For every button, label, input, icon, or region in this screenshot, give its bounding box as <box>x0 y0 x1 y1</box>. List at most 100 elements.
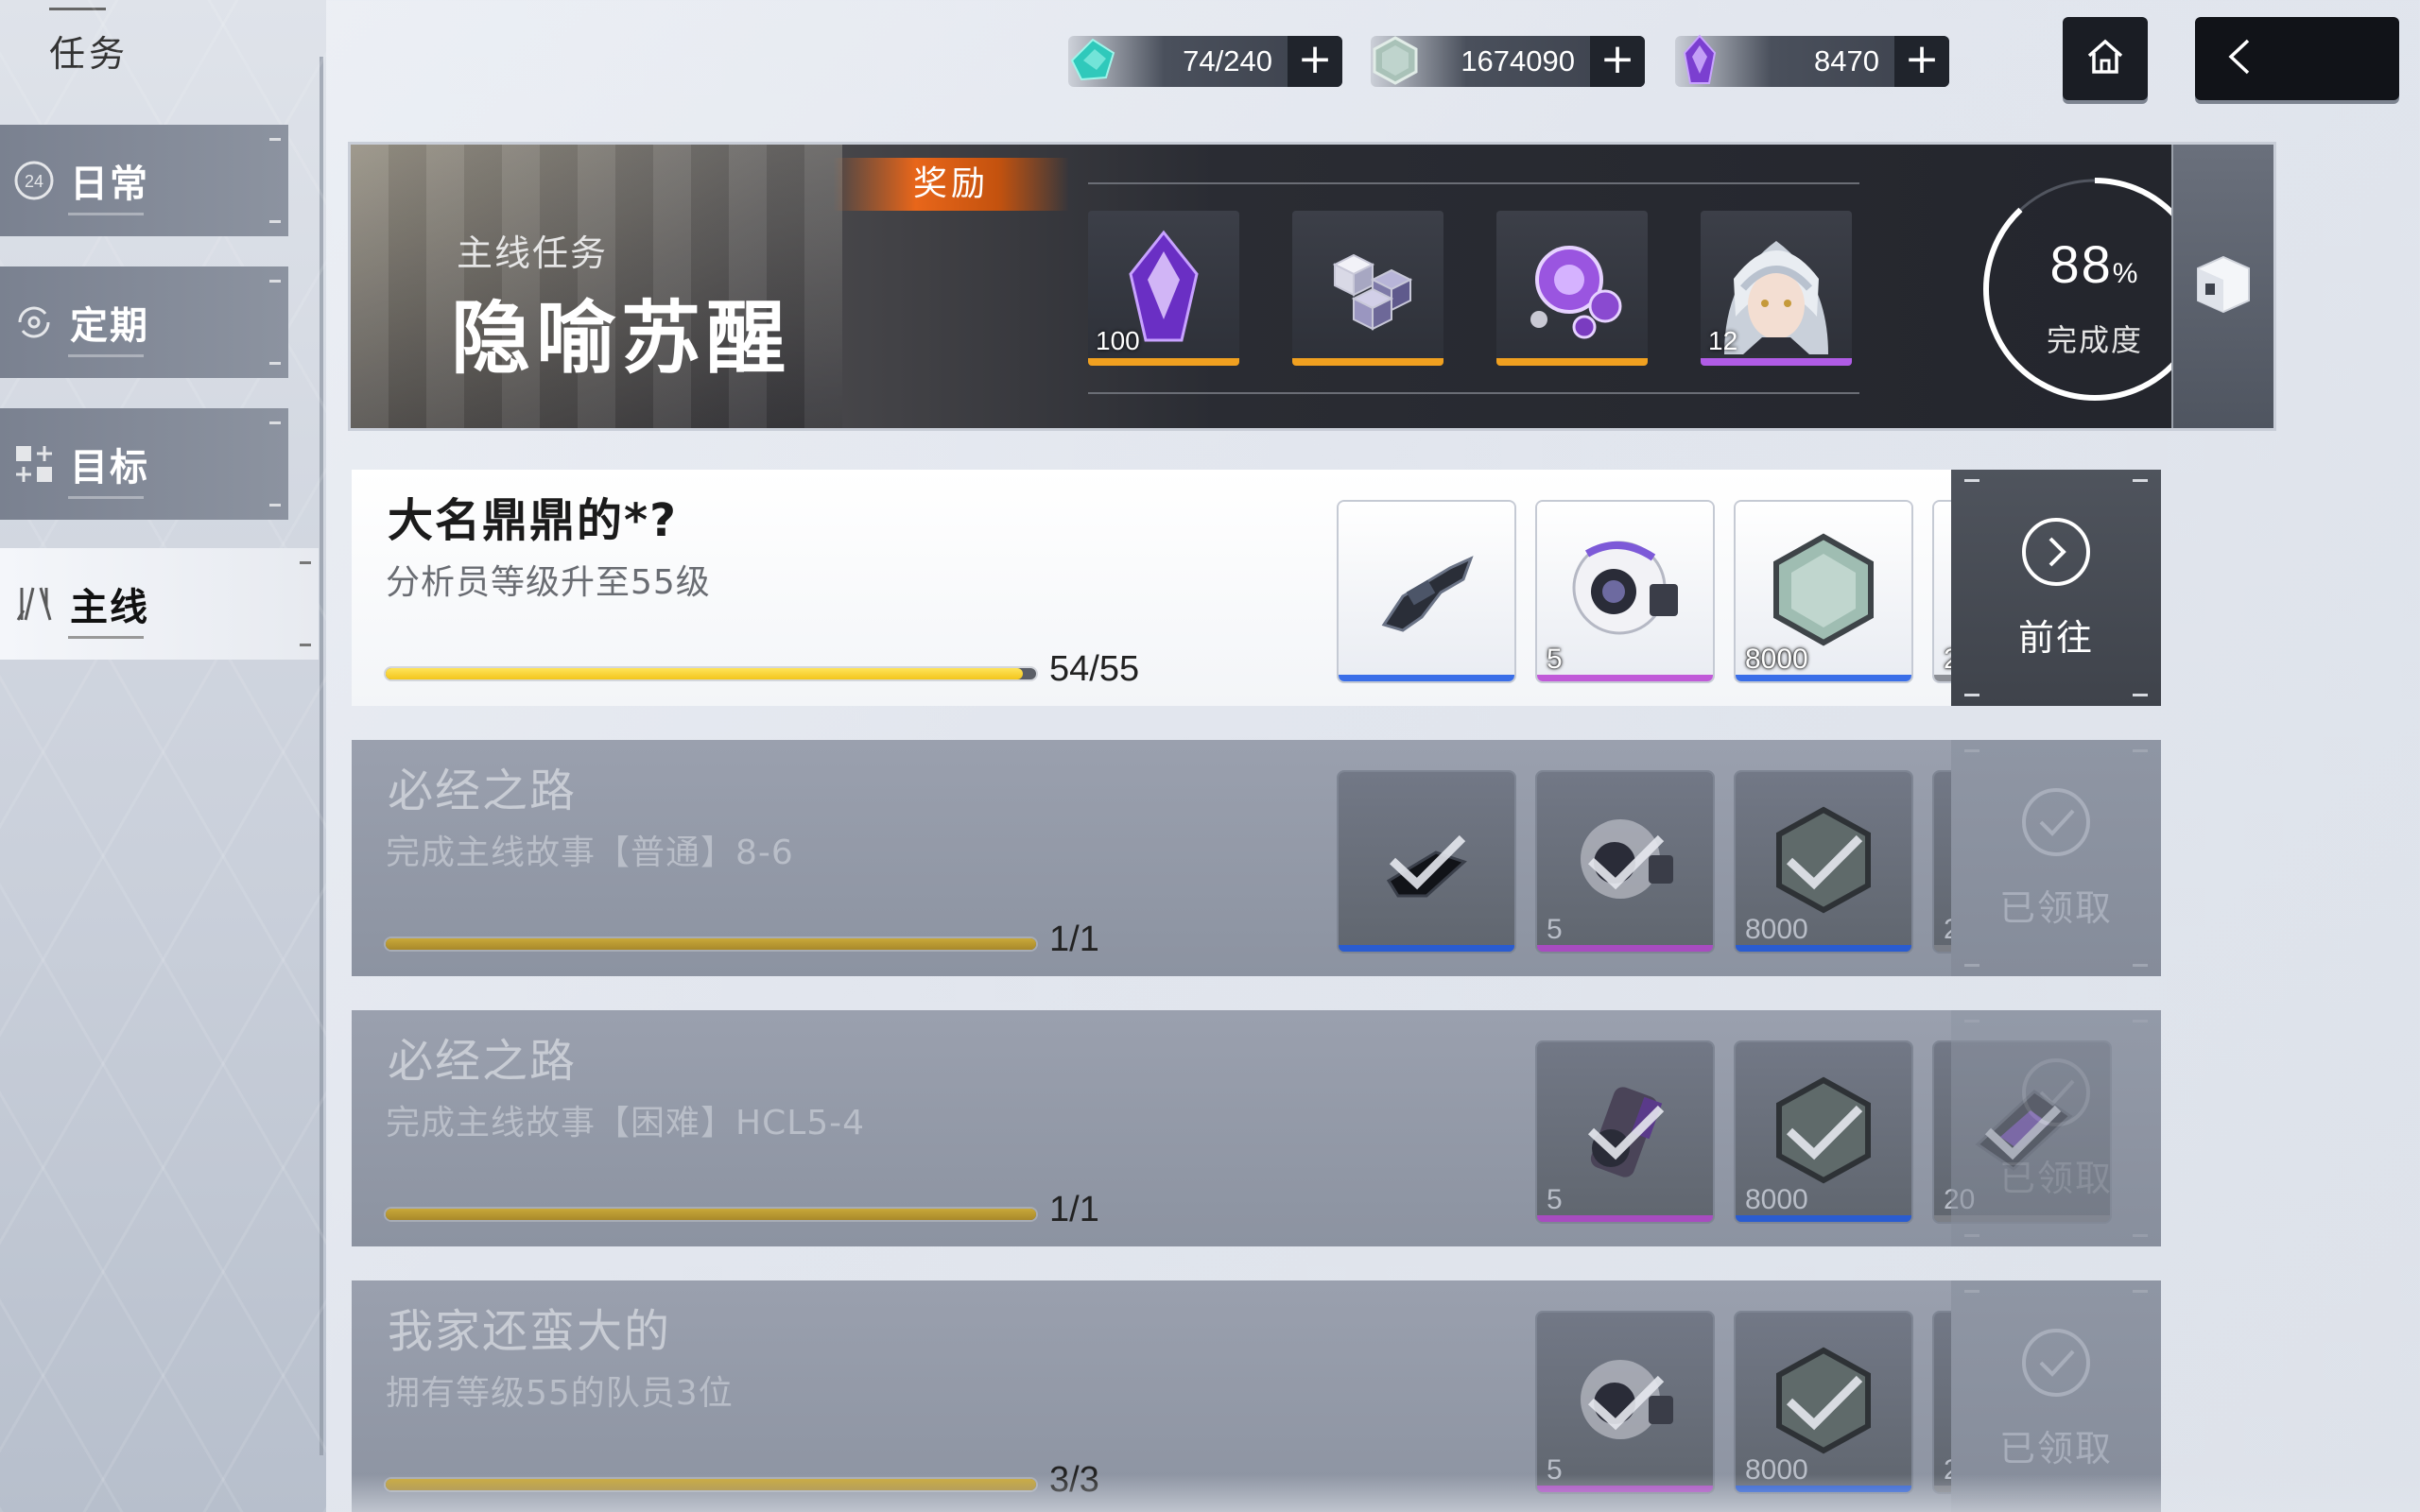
banner-reward-item[interactable]: 12 <box>1701 211 1852 366</box>
task-progress-fill <box>386 938 1036 950</box>
reward-item[interactable]: 8000 <box>1736 502 1911 681</box>
corner-tick <box>1964 1290 1979 1293</box>
sidebar-item-label: 主线 <box>70 586 149 629</box>
check-circle-icon <box>2020 1327 2092 1402</box>
back-button[interactable] <box>2195 17 2399 100</box>
corner-tick <box>2133 1290 2148 1293</box>
corner-tick <box>300 644 311 646</box>
reward-item[interactable]: 5 <box>1537 1042 1713 1222</box>
reward-count: 8000 <box>1745 914 1808 945</box>
task-progress-count: 1/1 <box>1049 1190 1099 1229</box>
reward-count: 8000 <box>1745 644 1808 675</box>
coin-value: 1674090 <box>1461 44 1575 77</box>
check-icon <box>1537 772 1713 952</box>
title-decoration <box>49 8 106 10</box>
corner-tick <box>269 362 281 365</box>
corner-tick <box>1964 1020 1979 1022</box>
rarity-bar <box>1736 675 1911 681</box>
task-progress-fill <box>386 1209 1036 1220</box>
claimed-label: 已领取 <box>1998 886 2113 929</box>
rarity-bar <box>1537 1215 1713 1222</box>
label-underline <box>68 213 144 215</box>
svg-text:24: 24 <box>25 172 43 191</box>
purple-orb-icon <box>1496 211 1648 366</box>
banner-title: 隐喻苏醒 <box>451 292 792 385</box>
purple-crystal-icon <box>1669 30 1730 91</box>
currency-coin: 1674090 + <box>1371 36 1645 87</box>
label-underline <box>68 354 144 357</box>
sidebar-item-mainline[interactable]: 主线 <box>0 548 319 660</box>
camera-module-icon <box>1537 502 1713 681</box>
check-icon <box>1537 1042 1713 1222</box>
chevron-left-icon <box>2223 35 2256 82</box>
rarity-bar <box>1292 358 1443 366</box>
banner-reward-item[interactable] <box>1496 211 1648 366</box>
currency-crystal: 8470 + <box>1675 34 1949 87</box>
sidebar-item-periodic[interactable]: 定期 <box>0 266 288 378</box>
rarity-bar <box>1088 358 1239 366</box>
task-progress-bar <box>384 1207 1038 1222</box>
corner-tick <box>2133 694 2148 696</box>
completion-value: 88 <box>2049 234 2113 294</box>
task-progress-count: 3/3 <box>1049 1460 1099 1500</box>
rarity-bar <box>1701 358 1852 366</box>
reward-item[interactable] <box>1339 772 1514 952</box>
add-stamina-button[interactable]: + <box>1288 36 1342 87</box>
reward-count: 5 <box>1547 1184 1563 1215</box>
target-grid-icon <box>9 439 59 489</box>
corner-tick <box>1964 479 1979 482</box>
corner-tick <box>269 220 281 223</box>
rarity-bar <box>1537 675 1713 681</box>
go-label: 前往 <box>2017 616 2094 659</box>
task-progress-count: 1/1 <box>1049 919 1099 959</box>
rarity-bar <box>1537 945 1713 952</box>
sidebar-item-daily[interactable]: 24 日常 <box>0 125 288 236</box>
go-button[interactable]: 前往 <box>1951 470 2161 706</box>
reward-count: 8000 <box>1745 1454 1808 1486</box>
corner-tick <box>300 561 311 564</box>
completion-unit: % <box>2112 258 2140 289</box>
banner-subtitle: 主线任务 <box>457 232 609 274</box>
mainline-icon <box>9 579 59 628</box>
add-crystal-button[interactable]: + <box>1894 36 1949 87</box>
task-row: 必经之路 完成主线故事【困难】HCL5-4 1/1 5 8000 20 已领取 <box>352 1010 2161 1246</box>
task-progress-fill <box>386 668 1024 679</box>
stamina-gem-icon <box>1063 30 1123 91</box>
banner-side-button[interactable] <box>2171 145 2273 428</box>
rarity-bar <box>1339 675 1514 681</box>
claimed-label: 已领取 <box>1998 1427 2113 1469</box>
sidebar-title: 任务 <box>49 33 130 75</box>
corner-tick <box>269 138 281 141</box>
label-underline <box>68 636 144 639</box>
home-icon <box>2083 35 2127 82</box>
reward-item[interactable]: 5 <box>1537 1313 1713 1492</box>
sidebar-item-goals[interactable]: 目标 <box>0 408 288 520</box>
rarity-bar <box>1339 945 1514 952</box>
cube-material-icon <box>1292 211 1443 366</box>
task-description: 分析员等级升至55级 <box>386 563 711 602</box>
reward-item[interactable] <box>1339 502 1514 681</box>
reward-item[interactable]: 5 <box>1537 502 1713 681</box>
reward-item[interactable]: 8000 <box>1736 1042 1911 1222</box>
reward-count: 100 <box>1096 326 1140 355</box>
reward-item[interactable]: 8000 <box>1736 772 1911 952</box>
corner-tick <box>2133 964 2148 967</box>
daily-24-icon: 24 <box>9 156 59 205</box>
check-icon <box>1537 1313 1713 1492</box>
box-icon <box>2192 251 2255 321</box>
claimed-status: 已领取 <box>1951 740 2161 976</box>
home-button[interactable] <box>2063 17 2148 100</box>
reward-count: 8000 <box>1745 1184 1808 1215</box>
corner-tick <box>269 280 281 283</box>
check-circle-icon <box>2020 1057 2092 1132</box>
corner-tick <box>269 421 281 424</box>
task-progress-bar <box>384 936 1038 952</box>
banner-reward-item[interactable] <box>1292 211 1443 366</box>
reward-item[interactable]: 8000 <box>1736 1313 1911 1492</box>
reward-item[interactable]: 5 <box>1537 772 1713 952</box>
task-row: 我家还蛮大的 拥有等级55的队员3位 3/3 5 8000 20 已领取 <box>352 1280 2161 1512</box>
banner-reward-item[interactable]: 100 <box>1088 211 1239 366</box>
task-title: 我家还蛮大的 <box>388 1305 672 1358</box>
add-coin-button[interactable]: + <box>1590 36 1645 87</box>
stamina-value: 74/240 <box>1183 44 1272 77</box>
